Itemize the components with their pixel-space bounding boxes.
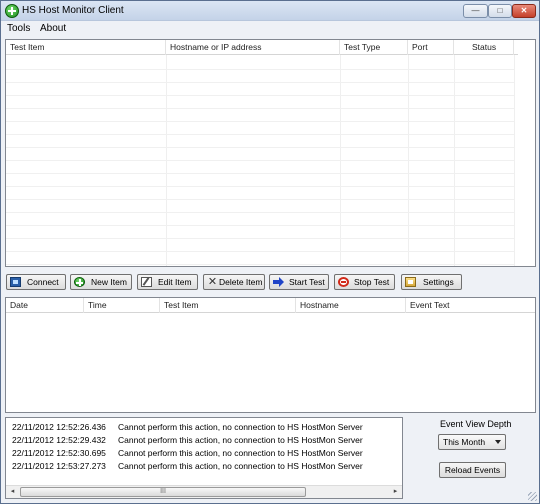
app-logo-icon xyxy=(5,4,19,18)
grid-row-line xyxy=(6,160,514,161)
log-timestamp: 22/11/2012 12:52:30.695 xyxy=(12,448,106,458)
scroll-thumb[interactable]: III xyxy=(20,487,306,497)
plus-circle-icon xyxy=(74,277,85,287)
log-message: Cannot perform this action, no connectio… xyxy=(118,422,363,432)
grid-row-line xyxy=(6,121,514,122)
event-view-depth-label: Event View Depth xyxy=(440,419,512,429)
col-test-type[interactable]: Test Type xyxy=(340,40,408,55)
col-test-item[interactable]: Test Item xyxy=(6,40,166,55)
edit-icon xyxy=(141,277,152,287)
event-view-depth-select[interactable]: This Month xyxy=(438,434,506,450)
log-message: Cannot perform this action, no connectio… xyxy=(118,435,363,445)
new-item-button[interactable]: New Item xyxy=(70,274,132,290)
connect-label: Connect xyxy=(27,277,59,287)
grid-row-line xyxy=(6,225,514,226)
menu-tools[interactable]: Tools xyxy=(7,23,30,34)
grid-row-line xyxy=(6,82,514,83)
col-port[interactable]: Port xyxy=(408,40,454,55)
window-title: HS Host Monitor Client xyxy=(22,5,124,16)
start-test-label: Start Test xyxy=(289,277,325,287)
log-message: Cannot perform this action, no connectio… xyxy=(118,448,363,458)
close-button[interactable]: ✕ xyxy=(512,4,536,18)
menu-bar: Tools About xyxy=(1,21,539,37)
edit-item-label: Edit Item xyxy=(158,277,192,287)
settings-label: Settings xyxy=(423,277,454,287)
connect-icon xyxy=(10,277,21,287)
grid-row-line xyxy=(6,108,514,109)
grid-row-line xyxy=(6,238,514,239)
col-event-text[interactable]: Event Text xyxy=(406,298,535,313)
log-timestamp: 22/11/2012 12:52:26.436 xyxy=(12,422,106,432)
delete-item-button[interactable]: ✕ Delete Item xyxy=(203,274,265,290)
event-grid[interactable]: Date Time Test Item Hostname Event Text xyxy=(5,297,536,413)
start-test-button[interactable]: Start Test xyxy=(269,274,329,290)
edit-item-button[interactable]: Edit Item xyxy=(137,274,198,290)
grid-row-line xyxy=(6,69,514,70)
log-timestamp: 22/11/2012 12:53:27.273 xyxy=(12,461,106,471)
delete-x-icon: ✕ xyxy=(207,276,218,288)
test-items-grid[interactable]: Test Item Hostname or IP address Test Ty… xyxy=(5,39,536,267)
log-timestamp: 22/11/2012 12:52:29.432 xyxy=(12,435,106,445)
stop-test-button[interactable]: Stop Test xyxy=(334,274,395,290)
grid-row-line xyxy=(6,251,514,252)
test-grid-header: Test Item Hostname or IP address Test Ty… xyxy=(6,40,518,55)
chevron-down-icon xyxy=(495,440,501,444)
event-grid-header: Date Time Test Item Hostname Event Text xyxy=(6,298,535,313)
arrow-right-icon xyxy=(273,277,284,287)
event-view-depth-value: This Month xyxy=(443,437,486,447)
col-time[interactable]: Time xyxy=(84,298,160,313)
menu-about[interactable]: About xyxy=(40,23,66,34)
grid-row-line xyxy=(6,95,514,96)
settings-icon xyxy=(405,277,416,287)
col-date[interactable]: Date xyxy=(6,298,84,313)
col-event-hostname[interactable]: Hostname xyxy=(296,298,406,313)
grid-row-line xyxy=(6,212,514,213)
stop-test-label: Stop Test xyxy=(354,277,390,287)
grid-row-line xyxy=(6,134,514,135)
grid-divider xyxy=(514,55,515,266)
log-horizontal-scrollbar[interactable]: ◂ III ▸ xyxy=(6,485,402,498)
log-panel[interactable]: 22/11/2012 12:52:26.436 Cannot perform th… xyxy=(5,417,403,499)
minimize-button[interactable]: — xyxy=(463,4,488,18)
delete-item-label: Delete Item xyxy=(219,277,263,287)
connect-button[interactable]: Connect xyxy=(6,274,66,290)
col-event-test-item[interactable]: Test Item xyxy=(160,298,296,313)
grid-row-line xyxy=(6,147,514,148)
log-message: Cannot perform this action, no connectio… xyxy=(118,461,363,471)
grid-row-line xyxy=(6,264,514,265)
stop-icon xyxy=(338,277,349,287)
reload-events-button[interactable]: Reload Events xyxy=(439,462,506,478)
title-bar: HS Host Monitor Client — □ ✕ xyxy=(1,1,539,21)
new-item-label: New Item xyxy=(91,277,127,287)
app-window: HS Host Monitor Client — □ ✕ Tools About… xyxy=(0,0,540,504)
col-status[interactable]: Status xyxy=(454,40,514,55)
grid-row-line xyxy=(6,199,514,200)
col-hostname[interactable]: Hostname or IP address xyxy=(166,40,340,55)
grid-row-line xyxy=(6,173,514,174)
scroll-left-icon[interactable]: ◂ xyxy=(6,486,19,498)
settings-button[interactable]: Settings xyxy=(401,274,462,290)
resize-grip-icon[interactable] xyxy=(528,492,537,501)
scroll-right-icon[interactable]: ▸ xyxy=(389,486,402,498)
maximize-button[interactable]: □ xyxy=(488,4,512,18)
grid-row-line xyxy=(6,186,514,187)
